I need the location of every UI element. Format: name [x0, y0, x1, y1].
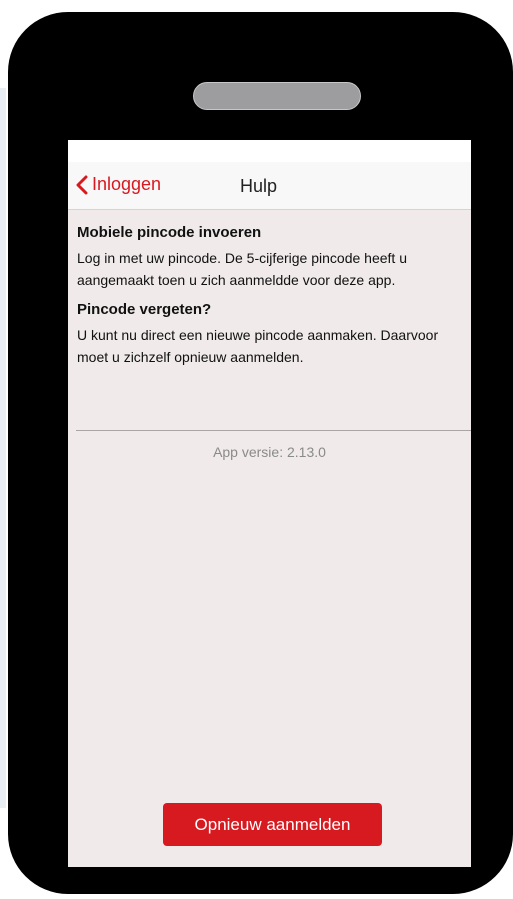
register-again-button[interactable]: Opnieuw aanmelden	[163, 803, 382, 846]
speaker-grille	[193, 82, 361, 110]
phone-frame: Inloggen Hulp Mobiele pincode invoeren L…	[8, 12, 513, 894]
section-body-forgot: U kunt nu direct een nieuwe pincode aanm…	[77, 327, 439, 365]
back-button-label: Inloggen	[92, 174, 162, 194]
app-version: App versie: 2.13.0	[213, 444, 326, 460]
chevron-left-icon	[76, 175, 88, 194]
navigation-bar: Inloggen Hulp	[68, 162, 471, 210]
divider	[76, 430, 471, 431]
page-title: Hulp	[240, 176, 278, 196]
back-button[interactable]: Inloggen	[76, 174, 161, 195]
section-heading-pincode: Mobiele pincode invoeren	[77, 224, 262, 241]
app-screen: Inloggen Hulp Mobiele pincode invoeren L…	[68, 140, 471, 867]
help-content: Mobiele pincode invoeren Log in met uw p…	[68, 210, 471, 368]
section-heading-forgot: Pincode vergeten?	[77, 301, 212, 318]
status-bar	[68, 140, 471, 162]
section-body-pincode: Log in met uw pincode. De 5-cijferige pi…	[77, 250, 407, 288]
window-edge	[0, 88, 6, 808]
